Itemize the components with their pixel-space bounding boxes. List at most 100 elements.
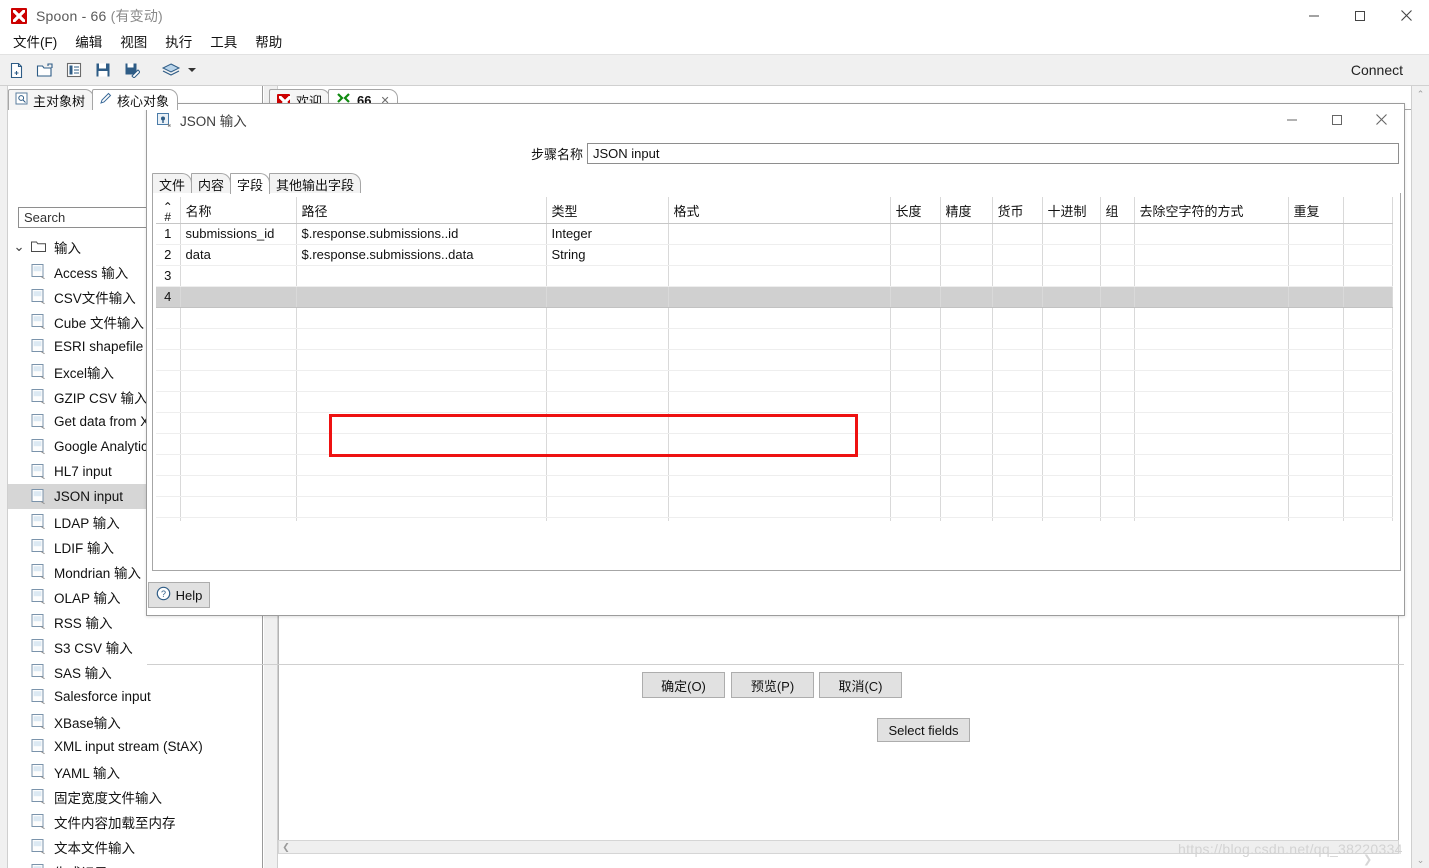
cell-empty[interactable] (1288, 517, 1344, 521)
cell-empty[interactable] (1100, 328, 1135, 350)
cell-type[interactable] (546, 265, 669, 287)
cell-empty[interactable] (296, 370, 547, 392)
cell-empty[interactable] (1134, 391, 1289, 413)
tree-item[interactable]: YAML 输入 (8, 759, 255, 784)
table-row[interactable]: 2 data $.response.submissions..data String (156, 244, 1393, 266)
cell-empty[interactable] (546, 496, 669, 518)
fields-grid[interactable]: ⌃ # 名称 路径 类型 格式 长度 精度 货币 十进制 组 去除空字符的方式 … (156, 197, 1393, 521)
cell-empty[interactable] (668, 454, 891, 476)
window-vertical-scrollbar[interactable]: ⌃ ⌄ (1411, 86, 1429, 868)
cell-empty[interactable] (992, 349, 1043, 371)
cell-group[interactable] (1100, 286, 1135, 308)
cell-empty[interactable] (1100, 454, 1135, 476)
cell-empty[interactable] (180, 391, 297, 413)
table-row-empty[interactable] (156, 349, 1393, 371)
dialog-minimize-button[interactable] (1269, 104, 1314, 135)
cell-empty[interactable] (296, 307, 547, 329)
cell-empty[interactable] (992, 370, 1043, 392)
cell-empty[interactable] (546, 349, 669, 371)
cell-empty[interactable] (546, 517, 669, 521)
column-currency[interactable]: 货币 (992, 197, 1043, 224)
scroll-left-icon[interactable]: ❮ (279, 842, 293, 853)
cell-name[interactable] (180, 286, 297, 308)
cell-type[interactable]: Integer (546, 223, 669, 245)
cell-empty[interactable] (992, 433, 1043, 455)
cell-empty[interactable] (1100, 475, 1135, 497)
cell-empty[interactable] (296, 391, 547, 413)
cell-empty[interactable] (992, 454, 1043, 476)
cell-empty[interactable] (1100, 370, 1135, 392)
cell-empty[interactable] (1100, 349, 1135, 371)
preview-button[interactable]: 预览(P) (731, 672, 814, 698)
cell-empty[interactable] (1042, 328, 1101, 350)
cell-empty[interactable] (992, 391, 1043, 413)
cell-empty[interactable] (1100, 412, 1135, 434)
cell-length[interactable] (890, 286, 941, 308)
cell-empty[interactable] (992, 517, 1043, 521)
menu-file[interactable]: 文件(F) (4, 32, 66, 54)
cell-empty[interactable] (940, 391, 993, 413)
table-row-empty[interactable] (156, 412, 1393, 434)
cell-empty[interactable] (668, 517, 891, 521)
column-name[interactable]: 名称 (180, 197, 297, 224)
table-row-empty[interactable] (156, 307, 1393, 329)
cell-empty[interactable] (940, 475, 993, 497)
cell-empty[interactable] (180, 496, 297, 518)
cell-empty[interactable] (1042, 307, 1101, 329)
tab-file[interactable]: 文件 (152, 173, 193, 194)
cell-empty[interactable] (992, 475, 1043, 497)
tree-item[interactable]: S3 CSV 输入 (8, 634, 255, 659)
cell-group[interactable] (1100, 265, 1135, 287)
cancel-button[interactable]: 取消(C) (819, 672, 902, 698)
menu-tools[interactable]: 工具 (201, 32, 246, 54)
tab-fields[interactable]: 字段 (230, 173, 271, 194)
cell-empty[interactable] (668, 475, 891, 497)
cell-currency[interactable] (992, 286, 1043, 308)
cell-empty[interactable] (890, 454, 941, 476)
cell-repeat[interactable] (1288, 244, 1344, 266)
cell-group[interactable] (1100, 244, 1135, 266)
cell-empty[interactable] (296, 349, 547, 371)
cell-format[interactable] (668, 244, 891, 266)
cell-empty[interactable] (546, 307, 669, 329)
tree-item[interactable]: XML input stream (StAX) (8, 734, 255, 759)
tree-item[interactable]: 文件内容加载至内存 (8, 809, 255, 834)
cell-currency[interactable] (992, 223, 1043, 245)
cell-empty[interactable] (1288, 433, 1344, 455)
cell-decimal[interactable] (1042, 244, 1101, 266)
connect-button[interactable]: Connect (1351, 62, 1403, 78)
table-row-empty[interactable] (156, 475, 1393, 497)
cell-empty[interactable] (1134, 475, 1289, 497)
cell-empty[interactable] (1288, 307, 1344, 329)
cell-empty[interactable] (546, 475, 669, 497)
cell-empty[interactable] (940, 349, 993, 371)
table-row-empty[interactable] (156, 391, 1393, 413)
cell-empty[interactable] (1100, 496, 1135, 518)
scroll-up-icon[interactable]: ⌃ (1413, 86, 1428, 102)
cell-empty[interactable] (992, 496, 1043, 518)
menu-edit[interactable]: 编辑 (66, 32, 111, 54)
cell-empty[interactable] (1042, 370, 1101, 392)
column-trim-type[interactable]: 去除空字符的方式 (1134, 197, 1289, 224)
cell-empty[interactable] (180, 433, 297, 455)
cell-path[interactable]: $.response.submissions..data (296, 244, 547, 266)
cell-empty[interactable] (1288, 412, 1344, 434)
cell-precision[interactable] (940, 265, 993, 287)
cell-empty[interactable] (668, 307, 891, 329)
cell-precision[interactable] (940, 244, 993, 266)
cell-empty[interactable] (546, 412, 669, 434)
dialog-maximize-button[interactable] (1314, 104, 1359, 135)
cell-empty[interactable] (668, 391, 891, 413)
cell-empty[interactable] (890, 391, 941, 413)
cell-empty[interactable] (668, 328, 891, 350)
tab-additional-output-fields[interactable]: 其他输出字段 (269, 173, 362, 194)
cell-empty[interactable] (1134, 370, 1289, 392)
cell-empty[interactable] (940, 370, 993, 392)
scroll-down-icon[interactable]: ⌄ (1413, 852, 1428, 868)
table-row-empty[interactable] (156, 370, 1393, 392)
cell-path[interactable] (296, 265, 547, 287)
cell-empty[interactable] (890, 328, 941, 350)
cell-empty[interactable] (668, 349, 891, 371)
cell-trim-type[interactable] (1134, 286, 1289, 308)
cell-empty[interactable] (1288, 496, 1344, 518)
